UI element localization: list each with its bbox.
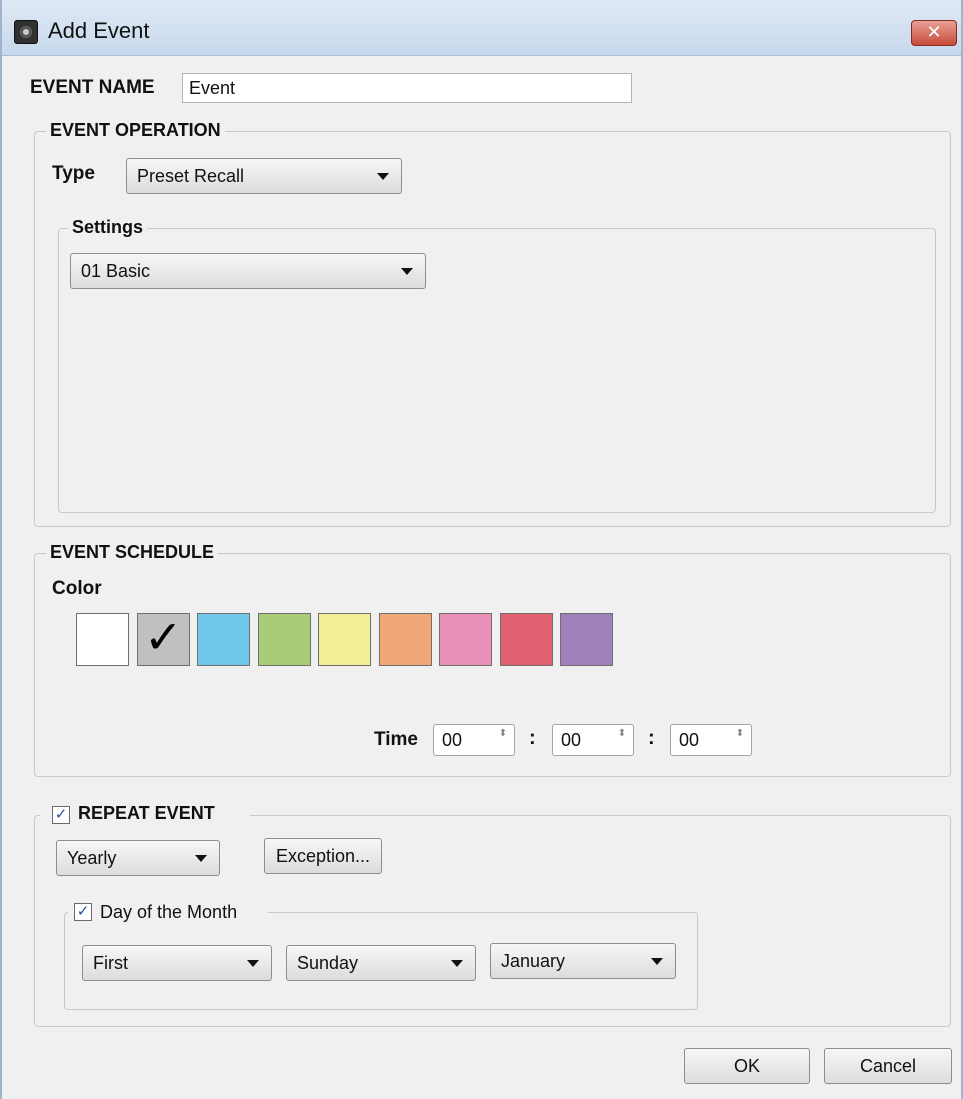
hours-value: 00 (442, 730, 463, 750)
chevron-down-icon (451, 960, 463, 967)
color-swatch[interactable] (258, 613, 311, 666)
exception-button[interactable]: Exception... (264, 838, 382, 874)
repeat-event-header: ✓ REPEAT EVENT (40, 803, 250, 829)
window-title: Add Event (48, 18, 150, 43)
checkmark-icon: ✓ (144, 611, 183, 663)
repeat-event-title: REPEAT EVENT (78, 803, 215, 824)
event-operation-title: EVENT OPERATION (46, 120, 225, 141)
color-swatch[interactable] (500, 613, 553, 666)
type-label: Type (52, 163, 95, 184)
minutes-spinner[interactable]: 00 ⬍ (552, 724, 634, 756)
chevron-down-icon (377, 173, 389, 180)
seconds-spinner[interactable]: 00 ⬍ (670, 724, 752, 756)
seconds-value: 00 (679, 730, 700, 750)
color-swatch[interactable] (560, 613, 613, 666)
time-separator: : (529, 727, 536, 749)
close-button[interactable]: ✕ (911, 20, 957, 46)
spinner-arrows-icon[interactable]: ⬍ (615, 729, 629, 751)
spinner-arrows-icon[interactable]: ⬍ (733, 729, 747, 751)
settings-dropdown[interactable]: 01 Basic (70, 253, 426, 289)
minutes-value: 00 (561, 730, 582, 750)
settings-title: Settings (68, 217, 148, 238)
cancel-button[interactable]: Cancel (824, 1048, 952, 1084)
type-dropdown[interactable]: Preset Recall (126, 158, 402, 194)
color-label: Color (52, 578, 102, 599)
month-dropdown[interactable]: January (490, 943, 676, 979)
repeat-event-checkbox[interactable]: ✓ (52, 806, 70, 824)
ordinal-dropdown[interactable]: First (82, 945, 272, 981)
frequency-value: Yearly (67, 848, 117, 868)
add-event-dialog: Add Event ✕ EVENT NAME Event EVENT OPERA… (0, 0, 963, 1099)
color-swatch[interactable]: ✓ (137, 611, 190, 666)
type-dropdown-value: Preset Recall (137, 166, 245, 186)
color-swatch[interactable] (439, 613, 492, 666)
day-of-month-title: Day of the Month (100, 902, 238, 922)
color-swatch[interactable] (197, 613, 250, 666)
spinner-arrows-icon[interactable]: ⬍ (496, 729, 510, 751)
time-separator: : (648, 727, 655, 749)
event-name-input[interactable]: Event (182, 73, 632, 103)
chevron-down-icon (195, 855, 207, 862)
event-name-label: EVENT NAME (30, 77, 155, 98)
time-label: Time (374, 729, 419, 750)
settings-dropdown-value: 01 Basic (81, 261, 151, 281)
weekday-value: Sunday (297, 953, 359, 973)
event-schedule-title: EVENT SCHEDULE (46, 542, 219, 563)
hours-spinner[interactable]: 00 ⬍ (433, 724, 515, 756)
color-swatch[interactable] (318, 613, 371, 666)
month-value: January (501, 951, 566, 971)
day-of-month-header: ✓ Day of the Month (68, 901, 268, 925)
day-of-month-checkbox[interactable]: ✓ (74, 903, 92, 921)
ordinal-value: First (93, 953, 128, 973)
weekday-dropdown[interactable]: Sunday (286, 945, 476, 981)
chevron-down-icon (401, 268, 413, 275)
color-swatch[interactable] (76, 613, 129, 666)
title-bar[interactable]: Add Event ✕ (2, 0, 961, 56)
color-swatch[interactable] (379, 613, 432, 666)
chevron-down-icon (651, 958, 663, 965)
chevron-down-icon (247, 960, 259, 967)
app-icon (14, 20, 38, 44)
ok-button[interactable]: OK (684, 1048, 810, 1084)
frequency-dropdown[interactable]: Yearly (56, 840, 220, 876)
